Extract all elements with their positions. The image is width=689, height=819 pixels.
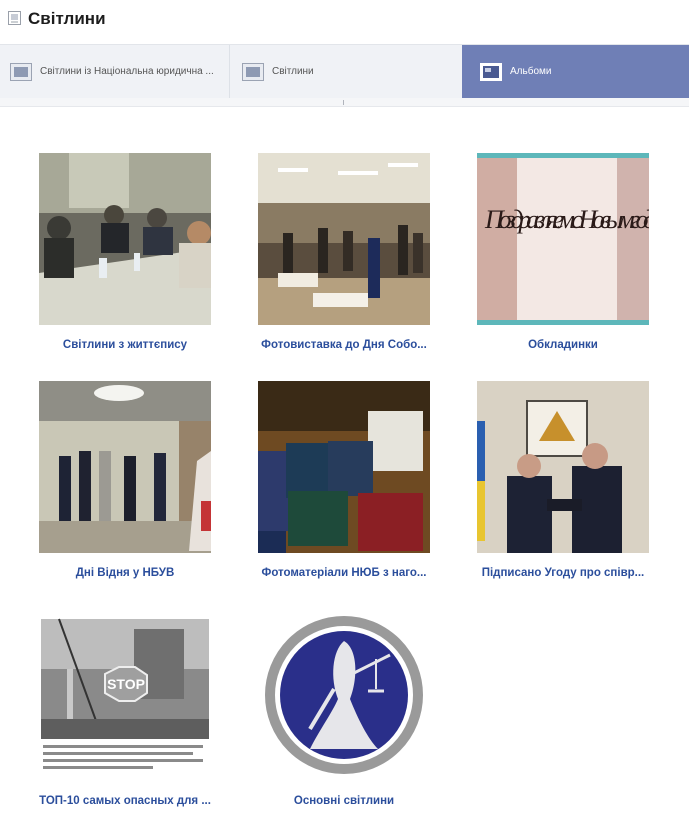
album-thumbnail[interactable] xyxy=(258,381,430,553)
tab-bar: Світлини із Національна юридична ... Сві… xyxy=(0,44,689,100)
album-title[interactable]: Фотовиставка до Дня Собо... xyxy=(238,339,450,351)
photo-icon xyxy=(10,63,32,81)
tab-label: Світлини xyxy=(272,66,314,77)
album-card[interactable]: STOP ТОП-10 самых опасных для ... xyxy=(39,609,211,819)
tab-label: Світлини із Національна юридична ... xyxy=(40,66,214,77)
album-card[interactable]: Поздравляем с Новым годом и Р Обкладинки xyxy=(477,153,649,363)
album-card[interactable]: Основні світлини xyxy=(258,609,430,819)
tab-national-law-photos[interactable]: Світлини із Національна юридична ... xyxy=(0,45,230,99)
thumbnail-greeting-text: Поздравляем с Новым годом и Р xyxy=(484,205,649,234)
page-title: Світлини xyxy=(28,9,106,28)
tab-photos[interactable]: Світлини xyxy=(230,45,462,99)
album-card[interactable]: Фотоматеріали НЮБ з наго... xyxy=(258,381,430,591)
album-title[interactable]: Світлини з життєпису xyxy=(19,339,231,351)
stop-sign-text: STOP xyxy=(107,676,145,692)
album-title[interactable]: Дні Відня у НБУВ xyxy=(19,567,231,579)
album-thumbnail[interactable] xyxy=(258,609,430,781)
album-card[interactable]: Дні Відня у НБУВ xyxy=(39,381,211,591)
album-title[interactable]: Підписано Угоду про співр... xyxy=(457,567,669,579)
album-icon xyxy=(480,63,502,81)
album-thumbnail[interactable]: STOP xyxy=(39,609,211,781)
album-thumbnail[interactable] xyxy=(258,153,430,325)
tab-albums[interactable]: Альбоми xyxy=(462,45,689,99)
page-header: Світлини xyxy=(0,0,689,40)
album-thumbnail[interactable] xyxy=(39,381,211,553)
scrollbar-thumb[interactable] xyxy=(343,100,344,105)
album-card[interactable]: Фотовиставка до Дня Собо... xyxy=(258,153,430,363)
album-title[interactable]: Фотоматеріали НЮБ з наго... xyxy=(238,567,450,579)
album-card[interactable]: Світлини з життєпису xyxy=(39,153,211,363)
horizontal-scrollbar[interactable] xyxy=(0,98,689,107)
album-thumbnail[interactable] xyxy=(477,381,649,553)
tab-label: Альбоми xyxy=(510,66,552,77)
photos-icon xyxy=(8,11,21,25)
photo-icon xyxy=(242,63,264,81)
album-title[interactable]: Обкладинки xyxy=(457,339,669,351)
album-thumbnail[interactable]: Поздравляем с Новым годом и Р xyxy=(477,153,649,325)
album-title[interactable]: ТОП-10 самых опасных для ... xyxy=(19,795,231,807)
album-title[interactable]: Основні світлини xyxy=(238,795,450,807)
album-thumbnail[interactable] xyxy=(39,153,211,325)
album-card[interactable]: Підписано Угоду про співр... xyxy=(477,381,649,591)
